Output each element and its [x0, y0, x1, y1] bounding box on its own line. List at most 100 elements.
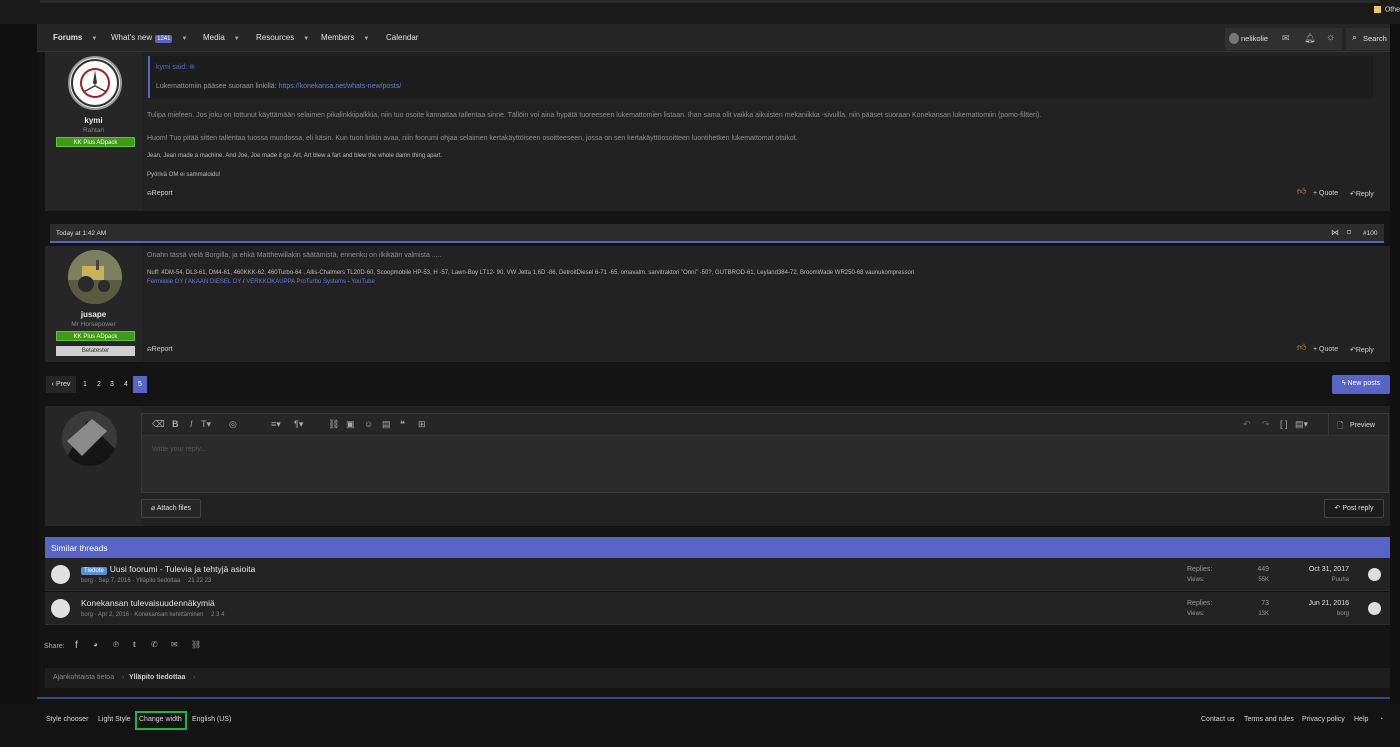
- bbcode-icon[interactable]: [ ]: [1280, 419, 1288, 429]
- lightbulb-icon[interactable]: ☼: [1326, 32, 1335, 43]
- palette-icon[interactable]: ◎: [229, 419, 237, 430]
- report-button[interactable]: ⍾Report: [147, 346, 173, 354]
- avatar[interactable]: [68, 56, 122, 110]
- image-icon[interactable]: ▣: [346, 419, 355, 430]
- like-icon[interactable]: 👍︎: [1297, 186, 1306, 197]
- username[interactable]: kymi: [45, 116, 142, 125]
- breadcrumb-item[interactable]: Ajankohtaista tietoa: [53, 674, 114, 681]
- nav-members[interactable]: Members ▼: [321, 33, 369, 42]
- reddit-icon[interactable]: ◕: [93, 640, 98, 649]
- paragraph-icon[interactable]: ¶▾: [294, 419, 303, 430]
- post-date[interactable]: Today at 1:42 AM: [56, 230, 106, 237]
- contact-link[interactable]: Contact us: [1201, 716, 1234, 723]
- style-chooser-link[interactable]: Style chooser: [46, 716, 88, 723]
- page-link[interactable]: 1: [79, 376, 91, 393]
- signature-link[interactable]: Fermikkie OY: [147, 279, 183, 285]
- eraser-icon[interactable]: ⌫: [152, 419, 165, 430]
- language-chooser[interactable]: English (US): [192, 716, 231, 723]
- nav-forums[interactable]: Forums ▼: [53, 33, 97, 42]
- reply-input[interactable]: Write your reply...: [152, 446, 206, 453]
- avatar[interactable]: [1368, 602, 1381, 615]
- chevron-down-icon[interactable]: ▼: [234, 36, 240, 42]
- quote-icon[interactable]: ❝: [400, 419, 405, 430]
- signature-link[interactable]: AKAAN DIESEL OY: [188, 279, 241, 285]
- table-icon[interactable]: ⊞: [418, 419, 426, 430]
- last-post-date[interactable]: Jun 21, 2016: [1289, 600, 1349, 607]
- italic-icon[interactable]: I: [190, 419, 193, 429]
- redo-icon[interactable]: ↷: [1262, 419, 1270, 430]
- bookmark-icon[interactable]: ⌑: [1347, 228, 1351, 237]
- drafts-icon[interactable]: ▤▾: [1295, 419, 1308, 430]
- avatar[interactable]: [1229, 33, 1239, 44]
- align-icon[interactable]: ≡▾: [271, 419, 281, 430]
- thread-pages[interactable]: 2 3 4: [211, 612, 224, 618]
- thread-title[interactable]: Tiedote Uusi foorumi - Tulevia ja tehtyjä…: [81, 564, 255, 575]
- whatsapp-icon[interactable]: ✆: [151, 640, 158, 649]
- email-icon[interactable]: ✉: [171, 640, 178, 649]
- avatar[interactable]: [1368, 568, 1381, 581]
- post-reply-button[interactable]: ↶ Post reply: [1324, 499, 1384, 518]
- rss-icon[interactable]: ◔: [1379, 716, 1383, 723]
- quote-button[interactable]: + Quote: [1313, 190, 1338, 197]
- media-icon[interactable]: ▤: [382, 419, 391, 430]
- chevron-down-icon[interactable]: ▼: [181, 36, 187, 42]
- avatar[interactable]: [51, 599, 70, 618]
- thread-row[interactable]: Konekansan tulevaisuudennäkymiä borg · A…: [45, 592, 1390, 625]
- post-number[interactable]: #100: [1363, 230, 1377, 237]
- help-link[interactable]: Help: [1354, 716, 1368, 723]
- thread-title[interactable]: Konekansan tulevaisuudennäkymiä: [81, 598, 215, 608]
- page-link[interactable]: 2: [93, 376, 105, 393]
- smiley-icon[interactable]: ☺: [364, 419, 373, 429]
- page-link[interactable]: 3: [106, 376, 118, 393]
- chevron-down-icon[interactable]: ▼: [303, 36, 309, 42]
- report-button[interactable]: ⍾Report: [147, 190, 173, 198]
- thread-pages[interactable]: 21 22 23: [188, 578, 211, 584]
- reply-button[interactable]: ↶Reply: [1350, 190, 1374, 198]
- privacy-link[interactable]: Privacy policy: [1302, 716, 1345, 723]
- chevron-down-icon[interactable]: ▼: [91, 36, 97, 42]
- text-size-icon[interactable]: T▾: [201, 419, 211, 430]
- avatar[interactable]: [68, 250, 122, 304]
- last-post-user[interactable]: borg: [1289, 611, 1349, 617]
- avatar[interactable]: [62, 411, 117, 466]
- quote-author[interactable]: kymi said: ⊕: [156, 63, 195, 71]
- nav-media[interactable]: Media ▼: [203, 33, 240, 42]
- reply-button[interactable]: ↶Reply: [1350, 346, 1374, 354]
- chevron-down-icon[interactable]: ▼: [363, 36, 369, 42]
- share-icon[interactable]: ⋈: [1331, 228, 1339, 237]
- thread-row[interactable]: Tiedote Uusi foorumi - Tulevia ja tehtyjä…: [45, 558, 1390, 591]
- signature-link[interactable]: YouTube: [351, 279, 375, 285]
- username-link[interactable]: nelikolie: [1241, 34, 1268, 43]
- quote-link[interactable]: https://konekansa.net/whats-new/posts/: [279, 83, 402, 90]
- last-post-user[interactable]: Puuha: [1289, 577, 1349, 583]
- nav-resources[interactable]: Resources ▼: [256, 33, 309, 42]
- nav-whats-new[interactable]: What's new 1241 ▼: [111, 33, 187, 43]
- terms-link[interactable]: Terms and rules: [1244, 716, 1294, 723]
- bookmark-other[interactable]: Othe: [1373, 6, 1400, 13]
- facebook-icon[interactable]: f: [75, 640, 78, 651]
- change-width-link[interactable]: Change width: [139, 716, 182, 723]
- page-link[interactable]: 4: [120, 376, 132, 393]
- light-style-link[interactable]: Light Style: [98, 716, 131, 723]
- like-icon[interactable]: 👍︎: [1297, 342, 1306, 353]
- bell-icon[interactable]: 🔔︎: [1304, 33, 1315, 44]
- last-post-date[interactable]: Oct 31, 2017: [1289, 566, 1349, 573]
- nav-calendar[interactable]: Calendar: [386, 33, 418, 42]
- search-button[interactable]: ⌕ Search: [1346, 28, 1390, 50]
- signature-link[interactable]: VERKKOKAUPPA ProTurbo Systems: [246, 279, 346, 285]
- quote-button[interactable]: + Quote: [1313, 346, 1338, 353]
- pagination-prev[interactable]: ‹ Prev: [46, 376, 76, 393]
- avatar[interactable]: [51, 565, 70, 584]
- breadcrumb-item[interactable]: Ylläpito tiedottaa: [129, 674, 185, 681]
- tumblr-icon[interactable]: t: [133, 640, 136, 649]
- username[interactable]: jusape: [45, 310, 142, 319]
- attach-files-button[interactable]: ⌀ Attach files: [141, 499, 201, 518]
- link-icon[interactable]: ⛓︎: [328, 419, 339, 430]
- link-icon[interactable]: ⛓︎: [191, 640, 201, 649]
- undo-icon[interactable]: ↶: [1243, 419, 1251, 430]
- preview-button[interactable]: 🗋︎ Preview: [1328, 414, 1388, 436]
- bold-icon[interactable]: B: [172, 419, 179, 429]
- pinterest-icon[interactable]: ℗: [113, 640, 119, 649]
- page-link-current[interactable]: 5: [133, 376, 147, 393]
- mail-icon[interactable]: ✉: [1282, 33, 1290, 44]
